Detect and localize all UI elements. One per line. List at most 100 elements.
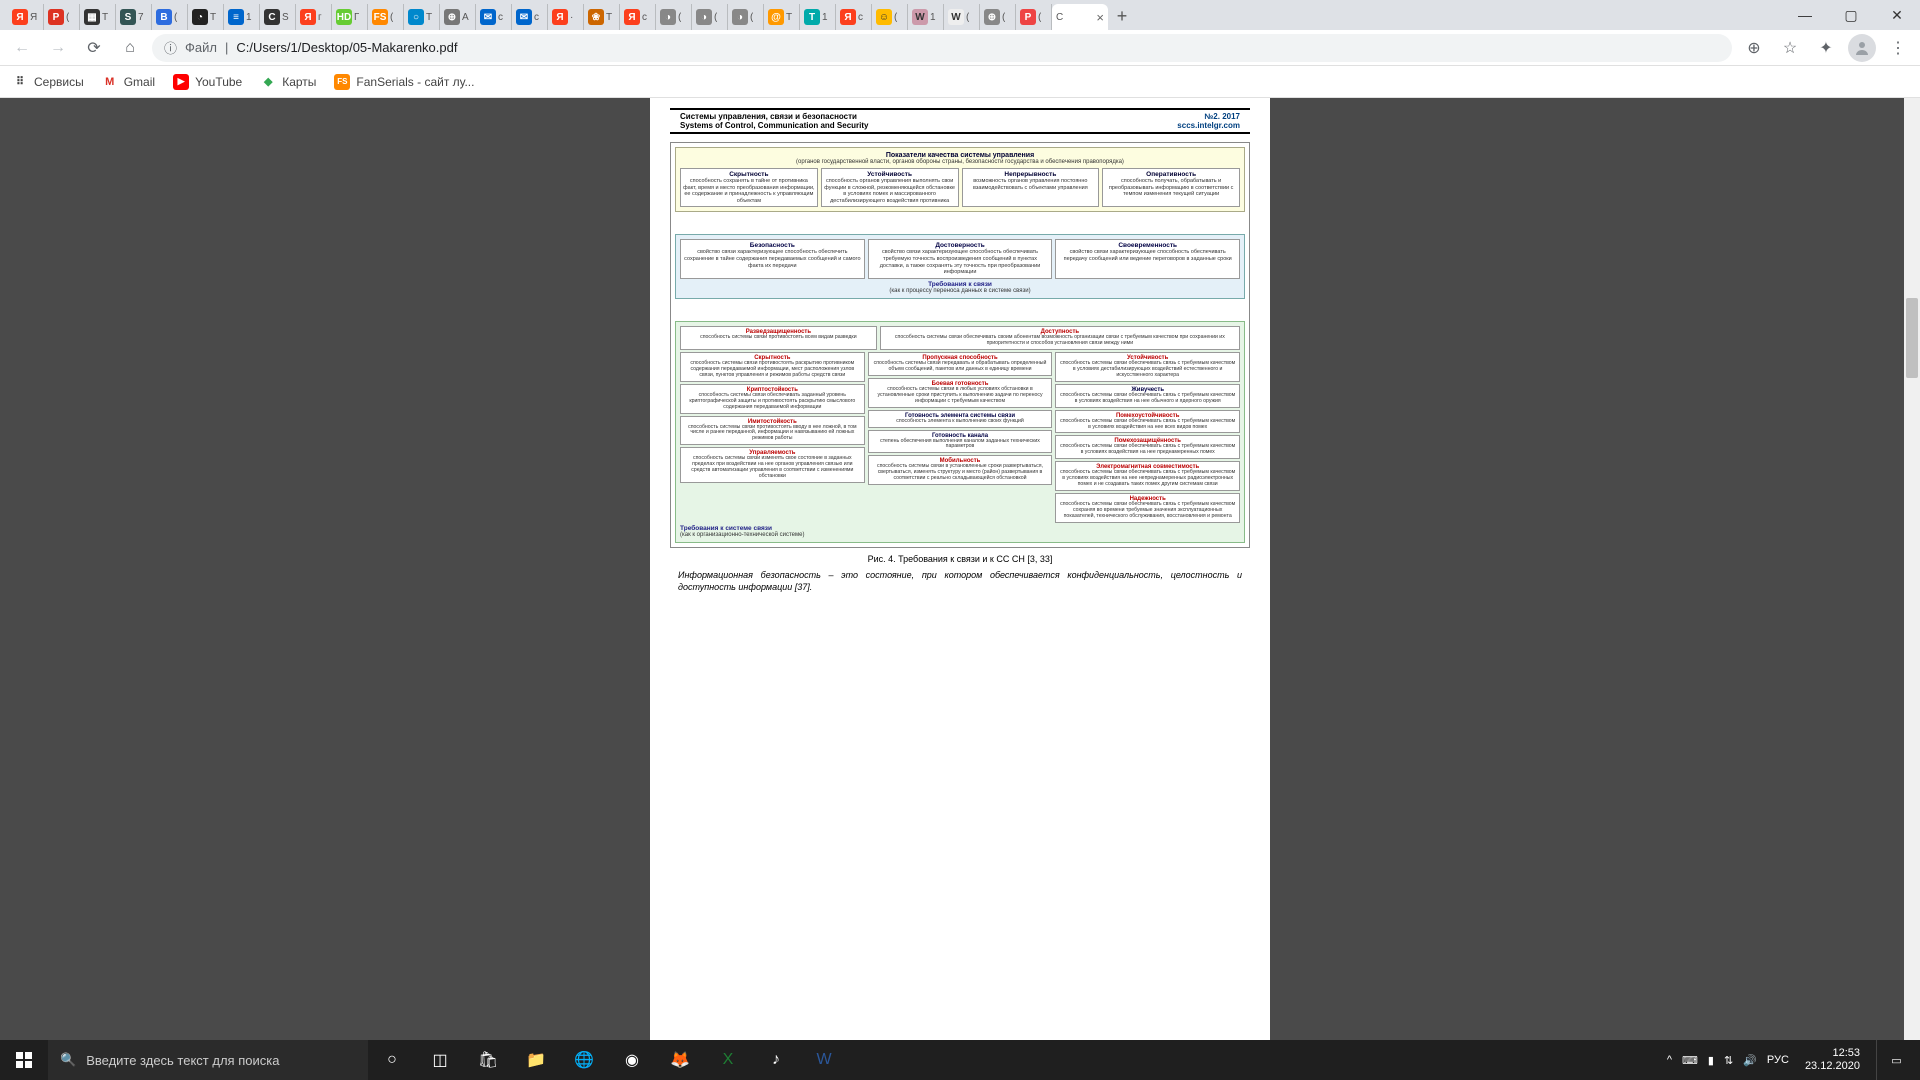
favicon: HD [336, 9, 352, 25]
browser-tab[interactable]: B( [152, 4, 188, 30]
taskbar-app-itunes[interactable]: ♪ [752, 1040, 800, 1080]
browser-tab[interactable]: Яг [296, 4, 332, 30]
bookmark-gmail[interactable]: MGmail [102, 74, 155, 90]
browser-tab[interactable]: S7 [116, 4, 152, 30]
pdf-viewer[interactable]: Системы управления, связи и безопасности… [0, 98, 1920, 1040]
taskbar-app-edge[interactable]: 🌐 [560, 1040, 608, 1080]
favicon: @ [768, 9, 784, 25]
browser-tab[interactable]: ⊕А [440, 4, 476, 30]
start-button[interactable] [0, 1040, 48, 1080]
zoom-icon[interactable]: ⊕ [1740, 34, 1768, 62]
browser-tab[interactable]: ☺( [872, 4, 908, 30]
close-button[interactable]: ✕ [1874, 0, 1920, 30]
forward-button[interactable]: → [44, 34, 72, 62]
new-tab-button[interactable]: + [1108, 2, 1136, 30]
favicon: S [120, 9, 136, 25]
bookmark-fanserials[interactable]: FSFanSerials - сайт лу... [334, 74, 474, 90]
browser-tab[interactable]: T1 [800, 4, 836, 30]
browser-tab[interactable]: CS [260, 4, 296, 30]
favicon: W [948, 9, 964, 25]
taskbar-app-chrome[interactable]: ◉ [608, 1040, 656, 1080]
tray-notifications-icon[interactable]: ▭ [1876, 1040, 1916, 1080]
tab-close-icon[interactable]: × [1096, 10, 1104, 25]
journal-issue: №2. 2017 [1177, 112, 1240, 121]
browser-tab-active[interactable]: C × [1052, 4, 1108, 30]
scrollbar-thumb[interactable] [1906, 298, 1918, 378]
browser-tab[interactable]: ≡1 [224, 4, 260, 30]
system-tray: ^ ⌨ ▮ ⇅ 🔊 РУС 12:53 23.12.2020 ▭ [1667, 1040, 1920, 1080]
pdf-page: Системы управления, связи и безопасности… [660, 98, 1260, 604]
browser-tab[interactable]: ⊕( [980, 4, 1016, 30]
browser-tab[interactable]: ◑( [692, 4, 728, 30]
tray-language[interactable]: РУС [1767, 1054, 1789, 1066]
browser-tab[interactable]: ◔Т [188, 4, 224, 30]
browser-tab[interactable]: FS( [368, 4, 404, 30]
home-button[interactable]: ⌂ [116, 34, 144, 62]
info-icon[interactable]: ⓘ [164, 38, 177, 57]
tray-battery-icon[interactable]: ▮ [1708, 1054, 1714, 1067]
maximize-button[interactable]: ▢ [1828, 0, 1874, 30]
tab-strip: ЯЯ P( ▦Т S7 B( ◔Т ≡1 CS Яг HDГ FS( ○Т ⊕А… [0, 0, 1920, 30]
task-view-button[interactable]: ◫ [416, 1040, 464, 1080]
journal-site: sccs.intelgr.com [1177, 121, 1240, 130]
url-path: C:/Users/1/Desktop/05-Makarenko.pdf [236, 40, 457, 55]
browser-tab[interactable]: ✉с [512, 4, 548, 30]
back-button[interactable]: ← [8, 34, 36, 62]
browser-tab[interactable]: ◑( [728, 4, 764, 30]
vertical-scrollbar[interactable] [1904, 98, 1920, 1040]
address-bar[interactable]: ⓘ Файл | C:/Users/1/Desktop/05-Makarenko… [152, 34, 1732, 62]
browser-tab[interactable]: Я· [548, 4, 584, 30]
taskbar-search[interactable]: 🔍 Введите здесь текст для поиска [48, 1040, 368, 1080]
browser-tab[interactable]: P( [1016, 4, 1052, 30]
browser-tab[interactable]: ◑( [656, 4, 692, 30]
menu-icon[interactable]: ⋮ [1884, 34, 1912, 62]
taskbar-app-word[interactable]: W [800, 1040, 848, 1080]
reload-button[interactable]: ⟳ [80, 34, 108, 62]
pdf-running-header: Системы управления, связи и безопасности… [670, 108, 1250, 134]
favicon: ◑ [696, 9, 712, 25]
favicon: Я [300, 9, 316, 25]
taskbar-app-explorer[interactable]: 📁 [512, 1040, 560, 1080]
diagram-green-block: Разведзащищенностьспособность системы св… [675, 321, 1245, 543]
tray-date: 23.12.2020 [1805, 1060, 1860, 1073]
extensions-icon[interactable]: ✦ [1812, 34, 1840, 62]
cortana-button[interactable]: ○ [368, 1040, 416, 1080]
figure-caption: Рис. 4. Требования к связи и к СС СН [3,… [660, 554, 1260, 564]
favicon: ❀ [588, 9, 604, 25]
favicon: ≡ [228, 9, 244, 25]
windows-icon [16, 1052, 32, 1068]
browser-tab[interactable]: @Т [764, 4, 800, 30]
browser-tab[interactable]: ЯЯ [8, 4, 44, 30]
taskbar-app-store[interactable]: 🛍 [464, 1040, 512, 1080]
favicon: ⊕ [984, 9, 1000, 25]
minimize-button[interactable]: — [1782, 0, 1828, 30]
browser-tab[interactable]: HDГ [332, 4, 368, 30]
bookmark-maps[interactable]: ◆Карты [260, 74, 316, 90]
bookmark-youtube[interactable]: ▶YouTube [173, 74, 242, 90]
taskbar-app-firefox[interactable]: 🦊 [656, 1040, 704, 1080]
browser-toolbar: ← → ⟳ ⌂ ⓘ Файл | C:/Users/1/Desktop/05-M… [0, 30, 1920, 66]
browser-tab[interactable]: ❀Т [584, 4, 620, 30]
tray-input-icon[interactable]: ⌨ [1682, 1054, 1698, 1067]
bookmark-apps[interactable]: ⠿Сервисы [12, 74, 84, 90]
search-icon: 🔍 [60, 1052, 76, 1068]
favicon: ◑ [660, 9, 676, 25]
bookmark-star-icon[interactable]: ☆ [1776, 34, 1804, 62]
favicon: Я [12, 9, 28, 25]
browser-tab[interactable]: Яс [620, 4, 656, 30]
taskbar-app-excel[interactable]: X [704, 1040, 752, 1080]
profile-avatar[interactable] [1848, 34, 1876, 62]
browser-tab[interactable]: W1 [908, 4, 944, 30]
browser-tab[interactable]: Яс [836, 4, 872, 30]
browser-tab[interactable]: W( [944, 4, 980, 30]
tray-network-icon[interactable]: ⇅ [1724, 1054, 1733, 1067]
browser-tab[interactable]: ○Т [404, 4, 440, 30]
browser-tab[interactable]: P( [44, 4, 80, 30]
favicon: ⊕ [444, 9, 460, 25]
browser-tab[interactable]: ✉с [476, 4, 512, 30]
tray-volume-icon[interactable]: 🔊 [1743, 1054, 1757, 1067]
tray-clock[interactable]: 12:53 23.12.2020 [1799, 1047, 1866, 1073]
browser-tab[interactable]: ▦Т [80, 4, 116, 30]
tray-chevron-icon[interactable]: ^ [1667, 1054, 1672, 1066]
youtube-icon: ▶ [173, 74, 189, 90]
